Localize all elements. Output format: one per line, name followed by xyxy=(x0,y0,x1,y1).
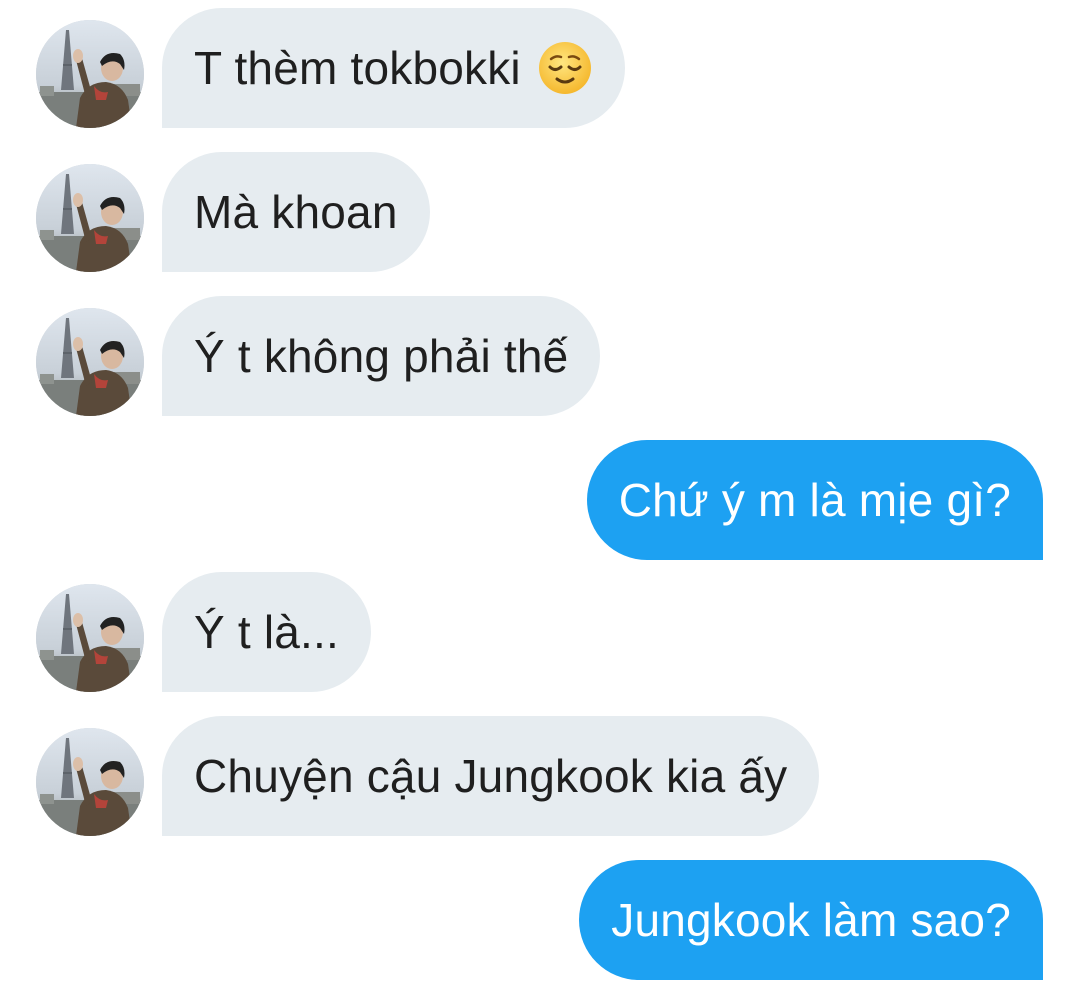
message-row-incoming: Chuyện cậu Jungkook kia ấy xyxy=(0,714,1080,836)
avatar[interactable] xyxy=(36,728,144,836)
avatar[interactable] xyxy=(36,164,144,272)
message-text: Chứ ý m là mịe gì? xyxy=(618,474,1011,526)
avatar-photo-icon xyxy=(36,308,144,416)
message-text: Ý t không phải thế xyxy=(194,330,569,382)
message-bubble-incoming[interactable]: Chuyện cậu Jungkook kia ấy xyxy=(162,716,820,836)
message-bubble-incoming[interactable]: T thèm tokbokki xyxy=(162,8,625,128)
message-row-outgoing: Jungkook làm sao? xyxy=(0,860,1080,982)
message-text: Mà khoan xyxy=(194,186,398,238)
message-row-incoming: Mà khoan xyxy=(0,150,1080,272)
message-row-incoming: T thèm tokbokki xyxy=(0,6,1080,128)
message-bubble-incoming[interactable]: Ý t không phải thế xyxy=(162,296,601,416)
message-text: Jungkook làm sao? xyxy=(611,894,1011,946)
message-bubble-outgoing[interactable]: Jungkook làm sao? xyxy=(579,860,1043,980)
message-text: Chuyện cậu Jungkook kia ấy xyxy=(194,750,788,802)
avatar[interactable] xyxy=(36,584,144,692)
avatar[interactable] xyxy=(36,308,144,416)
avatar-photo-icon xyxy=(36,164,144,272)
message-bubble-incoming[interactable]: Ý t là... xyxy=(162,572,371,692)
avatar-photo-icon xyxy=(36,20,144,128)
message-row-incoming: Ý t không phải thế xyxy=(0,294,1080,416)
relieved-face-icon xyxy=(537,40,593,96)
message-text: Ý t là... xyxy=(194,606,339,658)
message-bubble-outgoing[interactable]: Chứ ý m là mịe gì? xyxy=(586,440,1043,560)
message-bubble-incoming[interactable]: Mà khoan xyxy=(162,152,430,272)
avatar-photo-icon xyxy=(36,584,144,692)
message-text: T thèm tokbokki xyxy=(194,42,521,94)
message-row-outgoing: Chứ ý m là mịe gì? xyxy=(0,440,1080,562)
avatar[interactable] xyxy=(36,20,144,128)
message-thread: T thèm tokbokki Mà khoan Ý t không phải … xyxy=(0,0,1080,985)
avatar-photo-icon xyxy=(36,728,144,836)
message-row-incoming: Ý t là... xyxy=(0,570,1080,692)
